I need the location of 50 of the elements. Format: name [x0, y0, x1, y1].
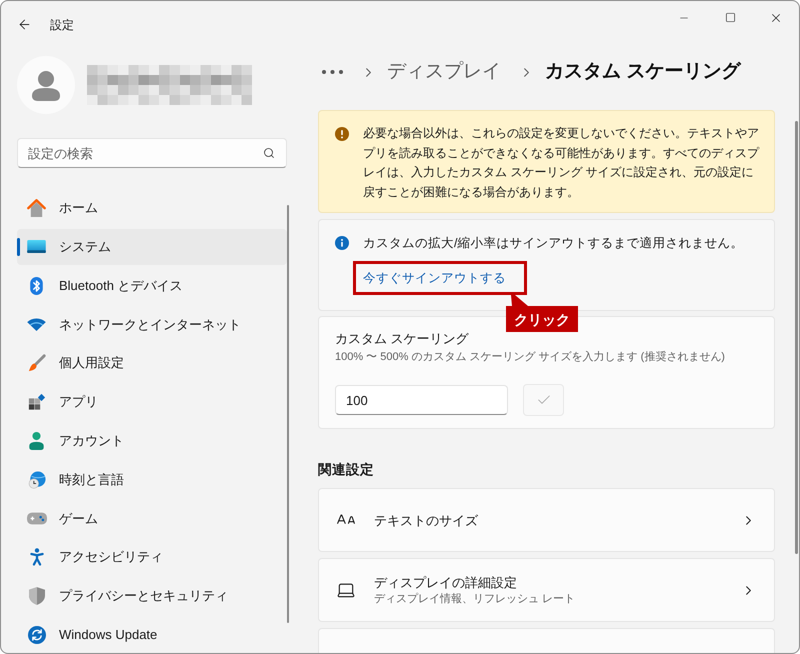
- avatar-silhouette: [17, 56, 75, 114]
- nav-item[interactable]: 個人用設定: [17, 345, 287, 382]
- nav-item[interactable]: Bluetooth とデバイス: [17, 268, 287, 304]
- sign-out-link[interactable]: 今すぐサインアウトする: [363, 268, 506, 288]
- home-icon: [27, 199, 46, 217]
- maximize-icon: [724, 12, 736, 23]
- callout-label: クリック: [506, 295, 578, 332]
- setting-card[interactable]: テキストのサイズ: [318, 488, 775, 552]
- sidebar-scrollbar[interactable]: [287, 205, 289, 623]
- info-icon: [335, 236, 349, 250]
- search-field[interactable]: 設定の検索: [17, 138, 287, 168]
- nav-item[interactable]: ネットワークとインターネット: [17, 306, 287, 342]
- nav-item[interactable]: システム: [17, 228, 287, 265]
- info-text: カスタムの拡大/縮小率はサインアウトするまで適用されません。: [363, 234, 744, 252]
- search-icon: [263, 147, 275, 159]
- nav-item[interactable]: プライバシーとセキュリティ: [17, 578, 287, 614]
- person-icon: [29, 432, 44, 450]
- globe-clock-icon: [28, 470, 46, 489]
- warning-icon: [335, 127, 349, 141]
- selection-indicator: [17, 238, 20, 256]
- bluetooth-icon: [30, 276, 43, 295]
- more-icon: [322, 70, 343, 74]
- window-title: 設定: [50, 16, 74, 34]
- setting-description: ディスプレイ情報、リフレッシュ レート: [374, 592, 576, 607]
- setting-card[interactable]: ディスプレイの詳細設定 ディスプレイ情報、リフレッシュ レート: [318, 558, 775, 622]
- nav-item[interactable]: ホーム: [17, 190, 287, 226]
- card-description: 100% 〜 500% のカスタム スケーリング サイズを入力します (推奨されません): [335, 350, 725, 365]
- warning-text: 必要な場合以外は、これらの設定を変更しないでください。テキストやアプリを読み取ることができなくなる可能性があります。すべてのディスプレイは、入力したカスタム スケーリング サイズに設定され、元の設定に戻すことが困難になる場合があります。: [363, 125, 760, 200]
- breadcrumb-current: カスタム スケーリング: [545, 60, 740, 84]
- card-title: カスタム スケーリング: [335, 330, 469, 348]
- gamepad-icon: [26, 512, 46, 525]
- section-heading: 関連設定: [318, 461, 374, 479]
- wifi-icon: [27, 318, 46, 331]
- shield-icon: [28, 586, 44, 605]
- accessibility-icon: [30, 548, 44, 566]
- nav-item[interactable]: 時刻と言語: [17, 462, 287, 498]
- nav-item[interactable]: ゲーム: [17, 500, 287, 536]
- setting-title: テキストのサイズ: [374, 512, 478, 530]
- paintbrush-icon: [28, 354, 46, 372]
- setting-title: ディスプレイの詳細設定: [374, 574, 517, 592]
- nav-item[interactable]: アプリ: [17, 384, 287, 420]
- nav-item[interactable]: Windows Update: [17, 616, 287, 653]
- nav-item[interactable]: アクセシビリティ: [17, 539, 287, 576]
- apps-grid-icon: [28, 392, 46, 411]
- content-scrollbar[interactable]: [795, 121, 798, 554]
- breadcrumb-link[interactable]: ディスプレイ: [387, 58, 501, 86]
- nav-item[interactable]: アカウント: [17, 422, 287, 459]
- sync-arrows-icon: [28, 626, 46, 644]
- scale-input[interactable]: 100: [335, 385, 508, 415]
- monitor-icon: [27, 240, 46, 254]
